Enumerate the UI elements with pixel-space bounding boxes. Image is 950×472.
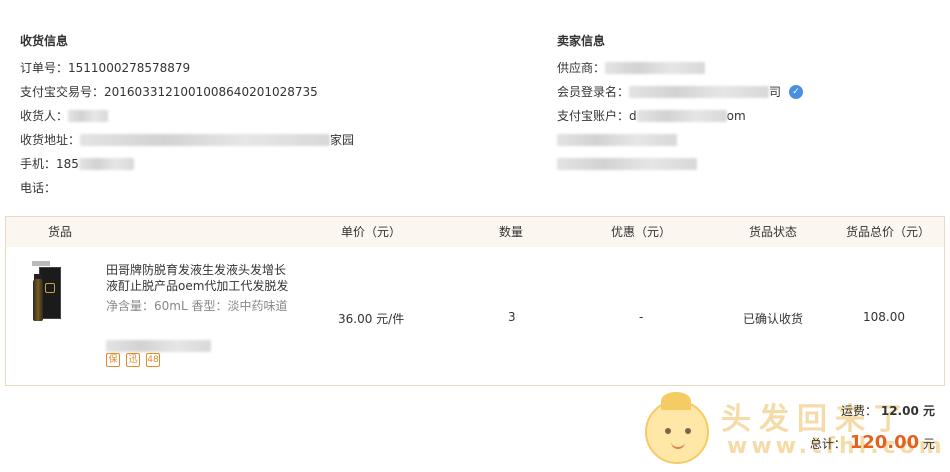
address-tail: 家园 [330,133,355,147]
product-spec: 净含量：60mL 香型：淡中药味道 [106,299,288,313]
receiver-info: 收货信息 订单号： 1511000278578879 支付宝交易号： 20160… [20,32,520,200]
seller-title: 卖家信息 [557,34,606,48]
total-summary: 总计： 120.00 元 [810,432,935,453]
badge-fast-icon: 迅 [126,353,140,367]
order-number-label: 订单号： [20,61,69,75]
seller-redacted-1 [557,134,677,146]
address-redacted [80,134,331,146]
order-number-row: 订单号： 1511000278578879 [20,56,520,80]
receiver-name-redacted [68,110,109,122]
service-badges: 保 迅 48 [106,353,160,367]
supplier-label: 供应商： [557,61,606,75]
goods-table: 货品 单价（元） 数量 优惠（元） 货品状态 货品总价（元） 田哥牌防脱育发液生… [5,216,945,386]
status-cell: 已确认收货 [743,312,804,326]
total-label: 总计： [809,437,846,451]
member-row: 会员登录名： 司 ✓ [557,80,937,104]
member-label: 会员登录名： [557,85,630,99]
seller-redacted-2 [557,158,697,170]
shipping-label: 运费： [841,404,878,418]
alipay-trade-value: 2016033121001008640201028735 [104,85,318,99]
phone-label: 手机： [20,157,57,171]
badge-guarantee-icon: 保 [106,353,120,367]
alipay-account-redacted [636,110,727,122]
phone-row: 手机： 185 [20,152,520,176]
member-tail: 司 [769,85,782,99]
order-number-value: 1511000278578879 [68,61,191,75]
unit-price-cell: 36.00 元/件 [338,312,405,326]
table-header: 货品 单价（元） 数量 优惠（元） 货品状态 货品总价（元） [6,217,944,247]
discount-cell: - [639,310,644,324]
address-label: 收货地址： [20,133,81,147]
total-cell: 108.00 [863,310,905,324]
seller-redacted-row-2 [557,152,937,176]
watermark-face-icon [645,392,709,464]
header-unit-price: 单价（元） [341,225,402,239]
total-value: 120.00 [849,432,920,453]
total-unit: 元 [922,437,935,451]
receiver-title: 收货信息 [20,34,69,48]
tel-label: 电话： [20,181,57,195]
quantity-cell: 3 [508,310,516,324]
header-quantity: 数量 [499,225,524,239]
alipay-trade-label: 支付宝交易号： [20,85,105,99]
member-redacted [629,86,770,98]
supplier-redacted [605,62,706,74]
header-goods: 货品 [48,225,73,239]
table-row: 田哥牌防脱育发液生发液头发增长液酊止脱产品oem代加工代发脱发 净含量：60mL… [6,247,944,385]
product-extra-redacted [106,338,211,352]
phone-prefix: 185 [56,157,79,171]
seller-info: 卖家信息 供应商： 会员登录名： 司 ✓ 支付宝账户： d om [557,32,937,176]
receiver-name-row: 收货人： [20,104,520,128]
receiver-name-label: 收货人： [20,109,69,123]
supplier-row: 供应商： [557,56,937,80]
tel-row: 电话： [20,176,520,200]
chat-icon[interactable]: ✓ [789,85,804,99]
header-status: 货品状态 [749,225,798,239]
alipay-account-prefix: d [629,109,637,123]
shipping-value: 12.00 元 [880,404,935,418]
product-image[interactable] [29,261,65,323]
badge-48h-icon: 48 [146,353,160,367]
product-title[interactable]: 田哥牌防脱育发液生发液头发增长液酊止脱产品oem代加工代发脱发 [106,262,291,294]
alipay-account-suffix: om [726,109,746,123]
header-discount: 优惠（元） [611,225,672,239]
phone-redacted [78,158,134,170]
seller-redacted-row-1 [557,128,937,152]
shipping-summary: 运费： 12.00 元 [841,402,935,419]
alipay-account-label: 支付宝账户： [557,109,630,123]
alipay-account-row: 支付宝账户： d om [557,104,937,128]
address-row: 收货地址： 家园 [20,128,520,152]
header-total: 货品总价（元） [846,225,931,239]
alipay-trade-row: 支付宝交易号： 2016033121001008640201028735 [20,80,520,104]
